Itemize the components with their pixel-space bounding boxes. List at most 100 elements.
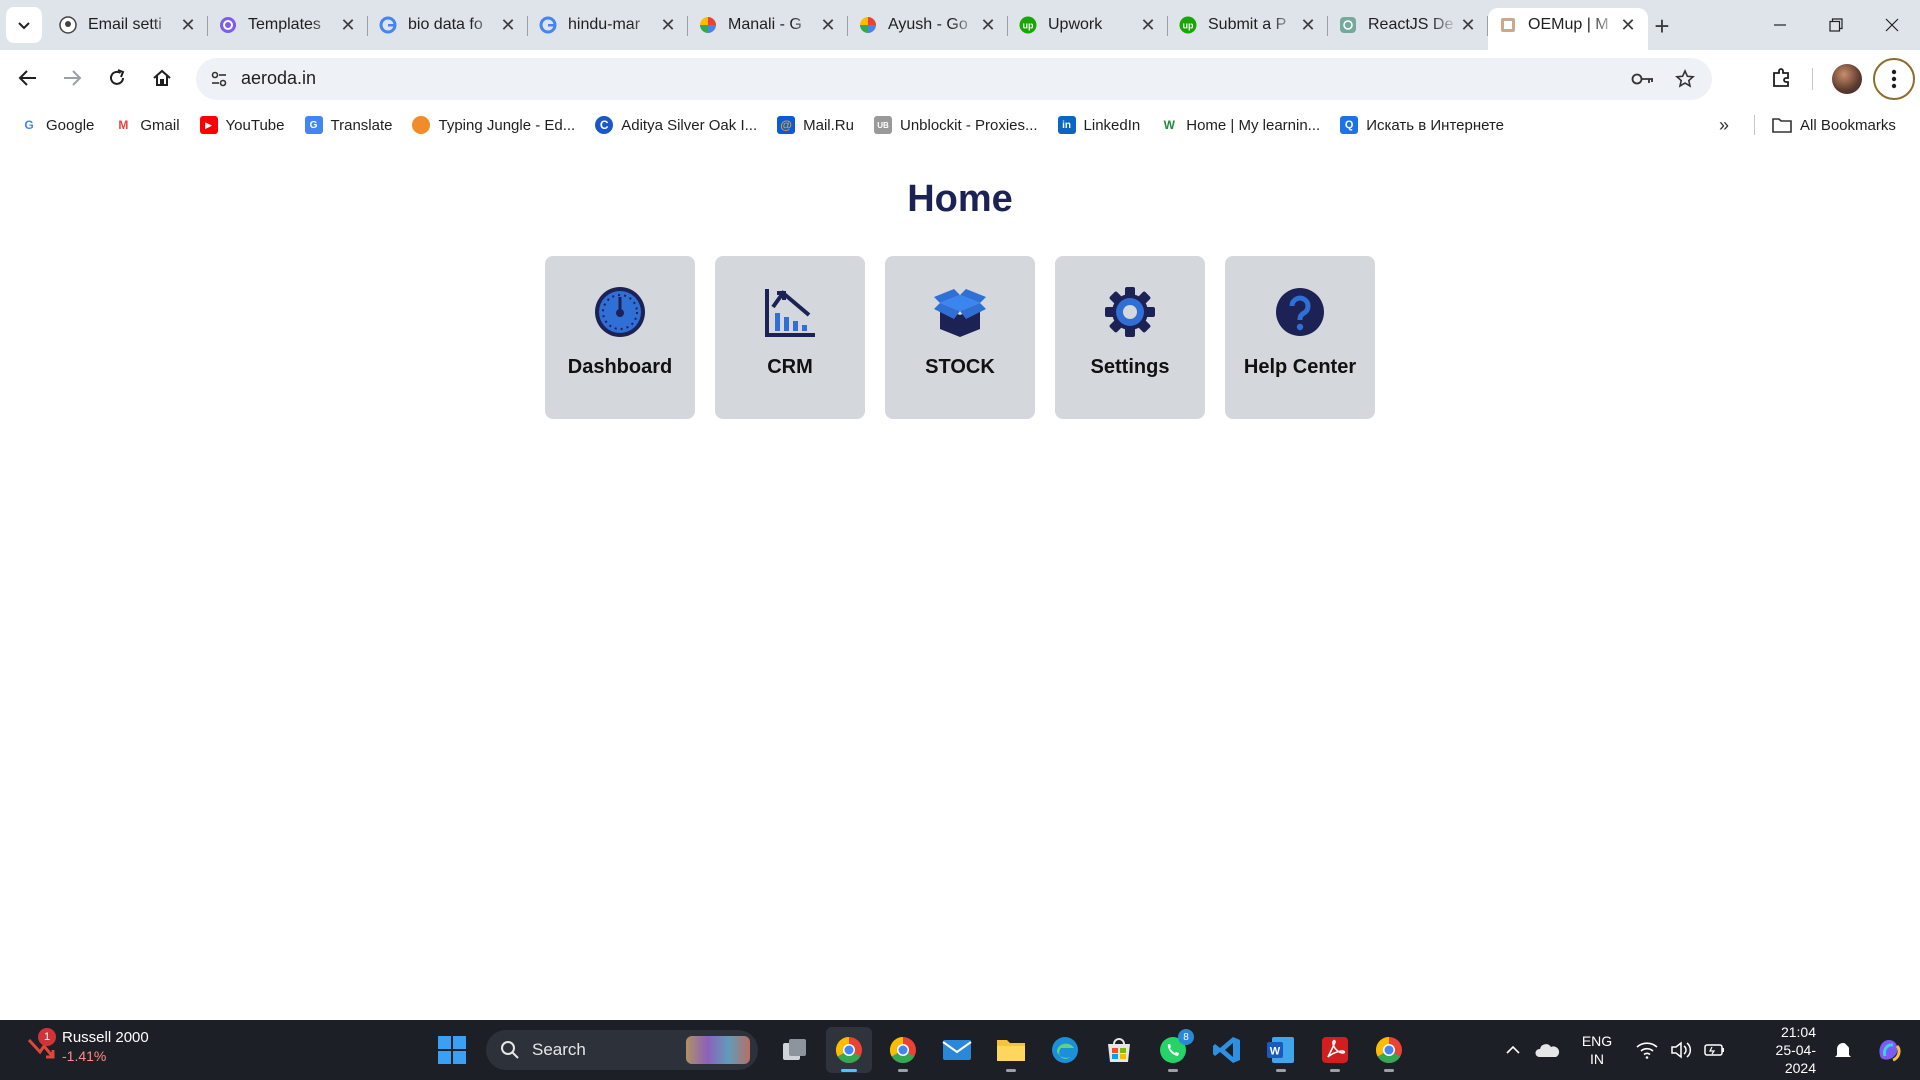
word-icon: W: [1267, 1037, 1294, 1063]
widget-value: -1.41%: [62, 1048, 107, 1064]
taskbar-edge[interactable]: [1042, 1027, 1088, 1073]
tab[interactable]: Manali - G ✕: [688, 8, 848, 42]
linkedin-icon: in: [1057, 116, 1076, 134]
url-text[interactable]: aeroda.in: [241, 68, 316, 89]
tab[interactable]: Templates ✕: [208, 8, 368, 42]
close-icon[interactable]: ✕: [338, 15, 358, 35]
start-button[interactable]: [432, 1030, 472, 1070]
password-key-icon[interactable]: [1630, 66, 1656, 92]
taskbar-mail[interactable]: [934, 1027, 980, 1073]
tab[interactable]: Email setti ✕: [48, 8, 208, 42]
task-view-button[interactable]: [772, 1027, 818, 1073]
bookmark-aditya[interactable]: C Aditya Silver Oak I...: [589, 111, 763, 139]
bookmark-youtube[interactable]: ▶ YouTube: [194, 111, 291, 139]
taskbar-chrome-profile[interactable]: [880, 1027, 926, 1073]
bookmark-mailru[interactable]: @ Mail.Ru: [771, 111, 860, 139]
gear-icon: [1102, 284, 1158, 340]
bookmark-translate[interactable]: G Translate: [299, 111, 399, 139]
acrobat-icon: [1322, 1037, 1348, 1063]
close-icon[interactable]: ✕: [978, 15, 998, 35]
browser-menu-button[interactable]: [1873, 58, 1915, 100]
bookmark-linkedin[interactable]: in LinkedIn: [1052, 111, 1147, 139]
puzzle-icon: [1773, 68, 1789, 87]
volume-icon[interactable]: [1666, 1035, 1696, 1065]
home-button[interactable]: [144, 60, 180, 96]
close-icon[interactable]: ✕: [498, 15, 518, 35]
close-icon[interactable]: ✕: [1458, 15, 1478, 35]
close-icon[interactable]: ✕: [818, 15, 838, 35]
restore-button[interactable]: [1808, 0, 1864, 50]
bookmark-label: Unblockit - Proxies...: [899, 116, 1038, 134]
reload-button[interactable]: [99, 60, 135, 96]
back-button[interactable]: [10, 60, 46, 96]
card-settings[interactable]: Settings: [1055, 256, 1205, 419]
tab[interactable]: Ayush - Go ✕: [848, 8, 1008, 42]
forward-button[interactable]: [54, 60, 90, 96]
taskbar-search[interactable]: Search: [486, 1030, 758, 1070]
minimize-button[interactable]: [1752, 0, 1808, 50]
onedrive-icon[interactable]: [1532, 1035, 1562, 1065]
wifi-icon[interactable]: [1632, 1035, 1662, 1065]
language-indicator[interactable]: ENG IN: [1574, 1032, 1620, 1068]
card-help-center[interactable]: Help Center: [1225, 256, 1375, 419]
taskbar-whatsapp[interactable]: 8: [1150, 1027, 1196, 1073]
mailru-icon: @: [777, 116, 796, 134]
reload-icon: [110, 69, 125, 85]
all-bookmarks-button[interactable]: All Bookmarks: [1772, 112, 1896, 138]
stock-down-icon: 1: [26, 1028, 56, 1062]
profile-avatar[interactable]: [1832, 64, 1862, 94]
tab[interactable]: up Upwork ✕: [1008, 8, 1168, 42]
taskbar-store[interactable]: [1096, 1027, 1142, 1073]
stock-widget[interactable]: 1 Russell 2000 -1.41%: [26, 1028, 149, 1066]
bookmark-unblockit[interactable]: UB Unblockit - Proxies...: [868, 111, 1044, 139]
taskbar: 1 Russell 2000 -1.41% Search 8 W ENG IN …: [0, 1020, 1920, 1080]
chart-icon: [762, 284, 818, 340]
close-icon[interactable]: ✕: [1298, 15, 1318, 35]
taskbar-acrobat[interactable]: [1312, 1027, 1358, 1073]
card-dashboard[interactable]: Dashboard: [545, 256, 695, 419]
google-icon: [538, 15, 558, 35]
copilot-icon[interactable]: [1874, 1035, 1904, 1065]
battery-icon[interactable]: [1700, 1035, 1730, 1065]
w-icon: W: [1163, 118, 1175, 132]
new-tab-button[interactable]: +: [1648, 11, 1676, 41]
site-info-icon[interactable]: [206, 66, 232, 92]
tab-active[interactable]: OEMup | M ✕: [1488, 8, 1648, 50]
close-icon[interactable]: ✕: [658, 15, 678, 35]
folder-icon: [1772, 118, 1792, 133]
bookmark-my-learning[interactable]: W Home | My learnin...: [1154, 111, 1326, 139]
close-icon[interactable]: ✕: [1138, 15, 1158, 35]
clock[interactable]: 21:04 25-04-2024: [1746, 1023, 1816, 1077]
tab[interactable]: ReactJS De ✕: [1328, 8, 1488, 42]
bookmark-gmail[interactable]: M Gmail: [108, 111, 185, 139]
edge-icon: [1052, 1037, 1078, 1063]
close-icon[interactable]: ✕: [1618, 15, 1638, 35]
bookmark-star-icon[interactable]: [1672, 66, 1698, 92]
tab[interactable]: bio data fo ✕: [368, 8, 528, 42]
clock-date: 25-04-2024: [1775, 1042, 1816, 1076]
browser-toolbar: aeroda.in: [0, 50, 1920, 108]
extensions-button[interactable]: [1764, 60, 1800, 96]
address-bar[interactable]: aeroda.in: [196, 58, 1712, 100]
bookmark-label: Google: [46, 116, 95, 134]
close-window-button[interactable]: [1864, 0, 1920, 50]
tab[interactable]: up Submit a P ✕: [1168, 8, 1328, 42]
taskbar-chrome-active[interactable]: [826, 1027, 872, 1073]
card-stock[interactable]: STOCK: [885, 256, 1035, 419]
bookmark-google[interactable]: G Google: [14, 111, 100, 139]
bookmark-typing-jungle[interactable]: Typing Jungle - Ed...: [406, 111, 581, 139]
bookmark-search[interactable]: Q Искать в Интернете: [1334, 111, 1510, 139]
taskbar-word[interactable]: W: [1258, 1027, 1304, 1073]
tab-search-button[interactable]: [6, 7, 42, 43]
upwork-icon: up: [1178, 15, 1198, 35]
taskbar-file-explorer[interactable]: [988, 1027, 1034, 1073]
chevron-up-icon[interactable]: [1498, 1035, 1528, 1065]
taskbar-chrome-2[interactable]: [1366, 1027, 1412, 1073]
card-crm[interactable]: CRM: [715, 256, 865, 419]
tab[interactable]: hindu-mar ✕: [528, 8, 688, 42]
notification-bell-icon[interactable]: [1828, 1035, 1858, 1065]
taskbar-vscode[interactable]: [1204, 1027, 1250, 1073]
tab-title: Upwork: [1048, 16, 1103, 33]
close-icon[interactable]: ✕: [178, 15, 198, 35]
bookmarks-overflow-button[interactable]: »: [1712, 112, 1736, 138]
